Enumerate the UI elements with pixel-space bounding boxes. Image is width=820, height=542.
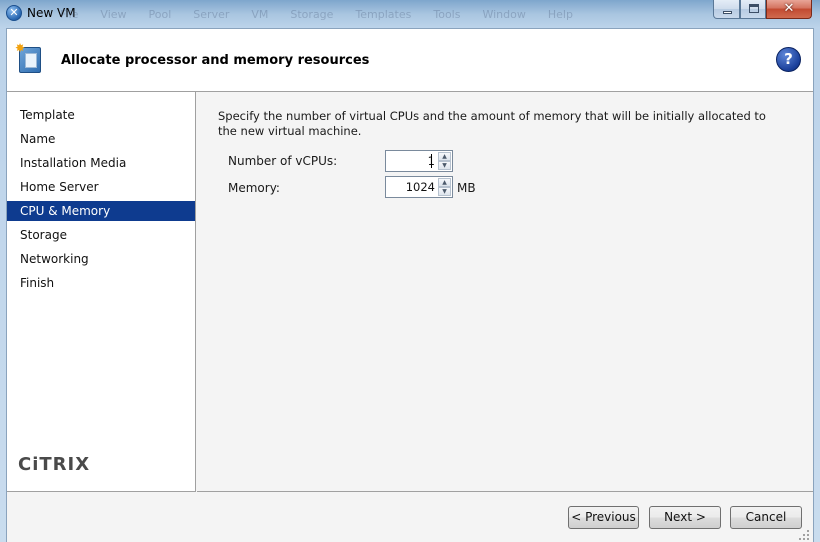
vcpus-label: Number of vCPUs: — [228, 154, 338, 168]
ghost-menu-item: Templates — [355, 8, 412, 21]
ghost-menu-item: Help — [547, 8, 573, 21]
maximize-button[interactable] — [740, 0, 766, 19]
step-cpu-memory[interactable]: CPU & Memory — [7, 201, 195, 221]
memory-spinner[interactable]: 1024 ▲ ▼ — [385, 176, 453, 198]
page-title: Allocate processor and memory resources — [61, 53, 370, 68]
ghost-menu-item: View — [100, 8, 127, 21]
memory-value[interactable]: 1024 — [386, 177, 437, 197]
close-icon: ✕ — [783, 1, 795, 16]
minimize-button[interactable] — [713, 0, 740, 19]
ghost-menu-item: File — [60, 8, 79, 21]
window-frame: ✕ New VM File View Pool Server VM Storag… — [0, 0, 820, 542]
ghost-menu-item: Window — [482, 8, 526, 21]
vcpus-spinner[interactable]: 1 ▲ ▼ — [385, 150, 453, 172]
spin-down-icon[interactable]: ▼ — [438, 187, 451, 196]
step-installation-media[interactable]: Installation Media — [7, 153, 195, 173]
step-content-pane: Specify the number of virtual CPUs and t… — [197, 92, 813, 492]
step-finish[interactable]: Finish — [7, 273, 195, 293]
spin-down-icon[interactable]: ▼ — [438, 161, 451, 170]
memory-spin-arrows[interactable]: ▲ ▼ — [437, 177, 452, 197]
vcpus-spin-arrows[interactable]: ▲ ▼ — [437, 151, 452, 171]
resize-grip-icon[interactable] — [799, 530, 811, 542]
spin-up-icon[interactable]: ▲ — [438, 152, 451, 161]
step-home-server[interactable]: Home Server — [7, 177, 195, 197]
citrix-logo: CiTRIX — [18, 454, 91, 475]
memory-unit: MB — [457, 181, 476, 195]
dialog-client-area: ✸ Allocate processor and memory resource… — [6, 28, 814, 542]
step-storage[interactable]: Storage — [7, 225, 195, 245]
ghost-menu-item: Tools — [433, 8, 461, 21]
ghost-menu-item: Server — [193, 8, 230, 21]
title-bar[interactable]: ✕ New VM File View Pool Server VM Storag… — [0, 0, 820, 28]
background-menu-ghost: File View Pool Server VM Storage Templat… — [60, 8, 573, 21]
memory-label: Memory: — [228, 181, 280, 195]
step-name[interactable]: Name — [7, 129, 195, 149]
help-icon[interactable]: ? — [776, 47, 801, 72]
wizard-steps-sidebar: Template Name Installation Media Home Se… — [7, 92, 196, 492]
step-template[interactable]: Template — [7, 105, 195, 125]
ghost-menu-item: Pool — [148, 8, 172, 21]
step-networking[interactable]: Networking — [7, 249, 195, 269]
new-vm-wizard-icon: ✸ — [15, 42, 45, 74]
text-cursor — [431, 154, 432, 168]
maximize-icon — [749, 4, 759, 13]
spin-up-icon[interactable]: ▲ — [438, 178, 451, 187]
wizard-header: ✸ Allocate processor and memory resource… — [7, 29, 813, 92]
app-icon: ✕ — [6, 5, 22, 21]
ghost-menu-item: Storage — [290, 8, 334, 21]
step-description: Specify the number of virtual CPUs and t… — [218, 109, 766, 138]
close-button[interactable]: ✕ — [766, 0, 812, 19]
ghost-menu-item: VM — [251, 8, 269, 21]
vcpus-value[interactable]: 1 — [386, 151, 437, 171]
cancel-button[interactable]: Cancel — [730, 506, 802, 529]
previous-button[interactable]: < Previous — [568, 506, 639, 529]
minimize-icon — [723, 11, 732, 14]
next-button[interactable]: Next > — [649, 506, 721, 529]
